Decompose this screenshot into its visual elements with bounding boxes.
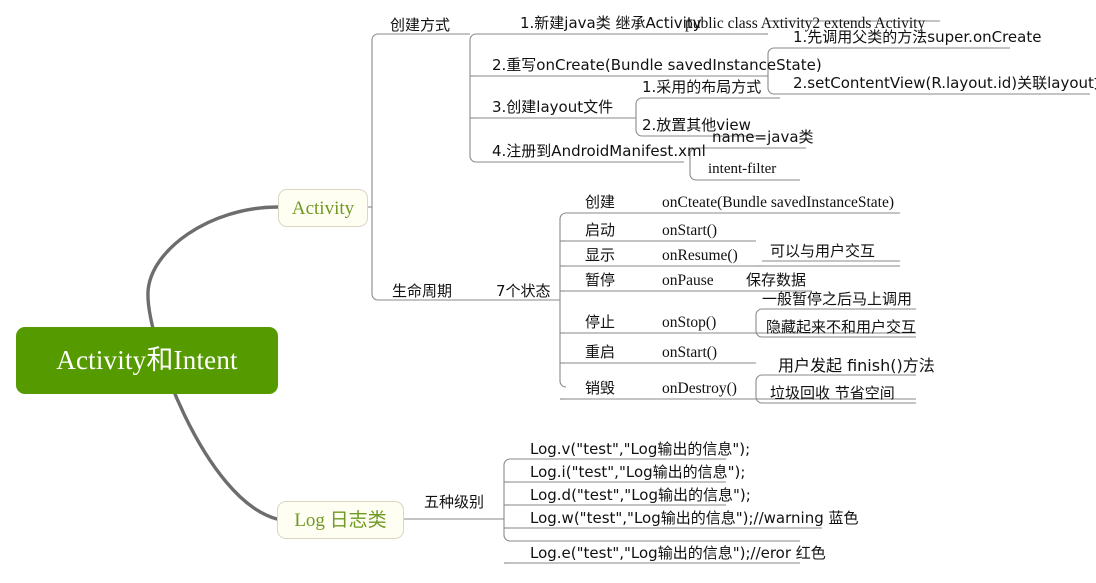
lifecycle-note-5-1-label: 一般暂停之后马上调用 — [762, 290, 913, 308]
lifecycle-method-7[interactable]: onDestroy() — [662, 381, 737, 397]
create-item-3-child-1[interactable]: 1.采用的布局方式 — [642, 80, 761, 95]
lifecycle-state-5[interactable]: 停止 — [585, 315, 615, 330]
lifecycle-method-6[interactable]: onStart() — [662, 345, 717, 361]
lifecycle-state-2[interactable]: 启动 — [585, 223, 615, 238]
create-item-3-child-1-label: 1.采用的布局方式 — [642, 78, 762, 96]
create-item-2-child-2-label: 2.setContentView(R.layout.id)关联layout文件 — [793, 74, 1096, 92]
log-group-label-text: 五种级别 — [424, 493, 485, 511]
log-level-5-label: Log.e("test","Log输出的信息");//eror 红色 — [530, 544, 826, 562]
lifecycle-note-7-1[interactable]: 用户发起 finish()方法 — [778, 358, 935, 374]
lifecycle-method-4[interactable]: onPause — [662, 273, 714, 289]
lifecycle-note-5-2-label: 隐藏起来不和用户交互 — [766, 318, 917, 336]
create-item-3[interactable]: 3.创建layout文件 — [492, 100, 613, 115]
branch-node-activity[interactable]: Activity — [278, 189, 368, 227]
log-level-1[interactable]: Log.v("test","Log输出的信息"); — [530, 442, 750, 457]
lifecycle-state-4[interactable]: 暂停 — [585, 273, 615, 288]
branch-node-log[interactable]: Log 日志类 — [277, 501, 404, 539]
group-label-lifecycle[interactable]: 生命周期 — [392, 283, 452, 299]
lifecycle-state-2-label: 启动 — [585, 221, 616, 239]
lifecycle-method-1[interactable]: onCteate(Bundle savedInstanceState) — [662, 195, 894, 211]
log-group-label[interactable]: 五种级别 — [424, 495, 484, 510]
lifecycle-note-5-2[interactable]: 隐藏起来不和用户交互 — [766, 320, 916, 335]
lifecycle-method-5[interactable]: onStop() — [662, 315, 716, 331]
create-item-4-child-1-label: name=java类 — [712, 128, 814, 146]
create-item-4[interactable]: 4.注册到AndroidManifest.xml — [492, 144, 706, 159]
log-level-2-label: Log.i("test","Log输出的信息"); — [530, 463, 746, 481]
lifecycle-method-3-label: onResume() — [662, 247, 738, 264]
log-level-2[interactable]: Log.i("test","Log输出的信息"); — [530, 465, 745, 480]
lifecycle-method-3[interactable]: onResume() — [662, 248, 738, 264]
root-node-label: Activity和Intent — [56, 345, 238, 375]
lifecycle-state-1[interactable]: 创建 — [585, 195, 615, 210]
create-item-4-child-1[interactable]: name=java类 — [712, 130, 814, 145]
log-level-5[interactable]: Log.e("test","Log输出的信息");//eror 红色 — [530, 546, 826, 561]
lifecycle-note-4-1-label: 保存数据 — [746, 271, 807, 289]
branch-node-log-label: Log 日志类 — [294, 509, 387, 531]
lifecycle-state-7-label: 销毁 — [585, 379, 616, 397]
log-level-4-label: Log.w("test","Log输出的信息");//warning 蓝色 — [530, 509, 859, 527]
create-item-3-label: 3.创建layout文件 — [492, 98, 614, 116]
lifecycle-state-3-label: 显示 — [585, 246, 616, 264]
lifecycle-method-2[interactable]: onStart() — [662, 223, 717, 239]
log-level-3[interactable]: Log.d("test","Log输出的信息"); — [530, 488, 751, 503]
create-item-2[interactable]: 2.重写onCreate(Bundle savedInstanceState) — [492, 58, 822, 73]
lifecycle-state-5-label: 停止 — [585, 313, 616, 331]
create-item-4-label: 4.注册到AndroidManifest.xml — [492, 142, 706, 160]
lifecycle-state-1-label: 创建 — [585, 193, 616, 211]
lifecycle-state-6-label: 重启 — [585, 343, 616, 361]
lifecycle-note-4-1[interactable]: 保存数据 — [746, 273, 806, 288]
create-item-4-child-2-label: intent-filter — [708, 161, 777, 177]
create-item-1[interactable]: 1.新建java类 继承Activity — [520, 16, 702, 31]
lifecycle-method-5-label: onStop() — [662, 314, 717, 331]
lifecycle-note-7-2[interactable]: 垃圾回收 节省空间 — [770, 386, 895, 401]
lifecycle-state-6[interactable]: 重启 — [585, 345, 615, 360]
create-item-2-child-2[interactable]: 2.setContentView(R.layout.id)关联layout文件 — [793, 76, 1096, 91]
create-item-1-label: 1.新建java类 继承Activity — [520, 14, 702, 32]
lifecycle-method-6-label: onStart() — [662, 344, 718, 361]
create-item-2-child-1[interactable]: 1.先调用父类的方法super.onCreate — [793, 30, 1041, 45]
lifecycle-state-7[interactable]: 销毁 — [585, 381, 615, 396]
lifecycle-note-3-1-label: 可以与用户交互 — [770, 242, 876, 260]
log-level-1-label: Log.v("test","Log输出的信息"); — [530, 440, 751, 458]
create-item-4-child-2[interactable]: intent-filter — [708, 162, 776, 177]
lifecycle-summary-text: 7个状态 — [496, 282, 551, 300]
group-label-lifecycle-text: 生命周期 — [392, 282, 453, 300]
create-item-2-child-1-label: 1.先调用父类的方法super.onCreate — [793, 28, 1042, 46]
lifecycle-method-7-label: onDestroy() — [662, 380, 737, 397]
lifecycle-note-5-1[interactable]: 一般暂停之后马上调用 — [762, 292, 912, 307]
root-node[interactable]: Activity和Intent — [16, 327, 278, 394]
mindmap-canvas: Activity和Intent Activity Log 日志类 创建方式 生命… — [0, 0, 1096, 583]
lifecycle-method-4-label: onPause — [662, 272, 714, 289]
lifecycle-method-2-label: onStart() — [662, 222, 718, 239]
lifecycle-state-3[interactable]: 显示 — [585, 248, 615, 263]
lifecycle-note-7-2-label: 垃圾回收 节省空间 — [770, 384, 895, 402]
lifecycle-summary[interactable]: 7个状态 — [496, 283, 551, 299]
group-label-create-method-text: 创建方式 — [390, 16, 451, 34]
log-level-3-label: Log.d("test","Log输出的信息"); — [530, 486, 751, 504]
create-item-2-label: 2.重写onCreate(Bundle savedInstanceState) — [492, 56, 822, 74]
lifecycle-note-7-1-label: 用户发起 finish()方法 — [778, 356, 935, 375]
group-label-create-method[interactable]: 创建方式 — [390, 17, 450, 33]
lifecycle-state-4-label: 暂停 — [585, 271, 616, 289]
log-level-4[interactable]: Log.w("test","Log输出的信息");//warning 蓝色 — [530, 511, 859, 526]
lifecycle-method-1-label: onCteate(Bundle savedInstanceState) — [662, 194, 894, 211]
branch-node-activity-label: Activity — [291, 197, 355, 219]
lifecycle-note-3-1[interactable]: 可以与用户交互 — [770, 244, 875, 259]
